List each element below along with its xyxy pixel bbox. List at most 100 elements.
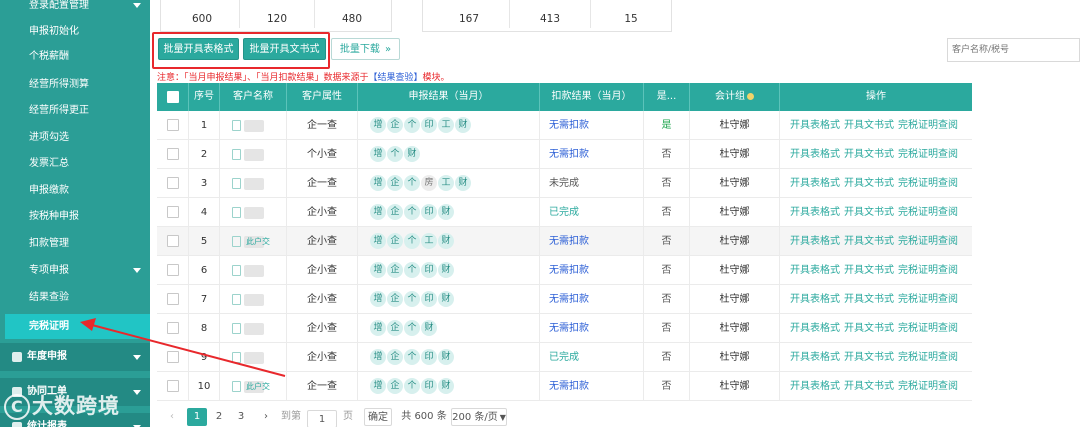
confirm-button[interactable]: 确定 [364,408,392,426]
tax-tag[interactable]: 财 [438,378,454,394]
tax-tag[interactable]: 财 [438,204,454,220]
customer-name-cell[interactable] [220,343,287,372]
tax-tag[interactable]: 印 [421,291,437,307]
tax-tag[interactable]: 增 [370,204,386,220]
issue-doc-format-link[interactable]: 开具文书式 [844,149,894,160]
document-icon[interactable] [232,236,241,247]
row-checkbox[interactable] [167,351,179,363]
customer-name-cell[interactable]: 此户交 [220,227,287,256]
customer-name-cell[interactable] [220,256,287,285]
sidebar-item[interactable]: 按税种申报 [0,204,150,229]
row-checkbox[interactable] [167,206,179,218]
row-checkbox[interactable] [167,235,179,247]
issue-doc-format-link[interactable]: 开具文书式 [844,294,894,305]
sidebar-item[interactable]: 发票汇总 [0,151,150,176]
customer-name-cell[interactable] [220,314,287,343]
issue-doc-format-link[interactable]: 开具文书式 [844,265,894,276]
sidebar-item[interactable]: 结果查验 [0,285,150,310]
table-row[interactable]: 5 此户交 企小查增企个工财 无需扣款否杜守娜 开具表格式 开具文书式 完税证明查阅 [157,227,972,256]
tax-tag[interactable]: 企 [387,233,403,249]
tax-tag[interactable]: 工 [438,117,454,133]
tax-tag[interactable]: 增 [370,349,386,365]
document-icon[interactable] [232,149,241,160]
tax-tag[interactable]: 个 [404,320,420,336]
tax-tag[interactable]: 印 [421,378,437,394]
tax-tag[interactable]: 个 [404,233,420,249]
tax-cert-view-link[interactable]: 完税证明查阅 [898,352,958,363]
issue-table-format-link[interactable]: 开具表格式 [790,323,840,334]
tax-cert-view-link[interactable]: 完税证明查阅 [898,381,958,392]
tax-tag[interactable]: 企 [387,117,403,133]
tax-tag[interactable]: 企 [387,320,403,336]
tax-tag[interactable]: 个 [404,262,420,278]
row-checkbox[interactable] [167,293,179,305]
document-icon[interactable] [232,352,241,363]
tax-tag[interactable]: 企 [387,378,403,394]
document-icon[interactable] [232,294,241,305]
row-checkbox[interactable] [167,264,179,276]
tax-cert-view-link[interactable]: 完税证明查阅 [898,207,958,218]
customer-name-cell[interactable] [220,169,287,198]
tax-tag[interactable]: 个 [387,146,403,162]
customer-name-cell[interactable] [220,198,287,227]
issue-doc-format-link[interactable]: 开具文书式 [844,178,894,189]
table-row[interactable]: 10 此户交 企一查增企个印财 无需扣款否杜守娜 开具表格式 开具文书式 完税证明查阅 [157,372,972,401]
table-row[interactable]: 2 个小查增个财 无需扣款否杜守娜 开具表格式 开具文书式 完税证明查阅 [157,140,972,169]
document-icon[interactable] [232,265,241,276]
issue-table-format-link[interactable]: 开具表格式 [790,120,840,131]
document-icon[interactable] [232,178,241,189]
issue-doc-format-link[interactable]: 开具文书式 [844,381,894,392]
tax-tag[interactable]: 财 [438,349,454,365]
sidebar-item[interactable]: 进项勾选 [0,125,150,150]
tax-tag[interactable]: 印 [421,262,437,278]
tax-tag[interactable]: 增 [370,233,386,249]
tax-tag[interactable]: 增 [370,146,386,162]
row-checkbox[interactable] [167,322,179,334]
issue-doc-format-link[interactable]: 开具文书式 [844,323,894,334]
tax-cert-view-link[interactable]: 完税证明查阅 [898,323,958,334]
row-checkbox[interactable] [167,177,179,189]
tax-tag[interactable]: 房 [421,175,437,191]
sidebar-item[interactable]: 登录配置管理 [0,0,150,18]
next-page-icon[interactable]: › [259,408,273,426]
tax-tag[interactable]: 增 [370,320,386,336]
tax-tag[interactable]: 财 [438,233,454,249]
table-row[interactable]: 9 企小查增企个印财 已完成否杜守娜 开具表格式 开具文书式 完税证明查阅 [157,343,972,372]
issue-doc-format-link[interactable]: 开具文书式 [844,207,894,218]
sidebar-item[interactable]: 申报缴款 [0,178,150,203]
tax-tag[interactable]: 印 [421,204,437,220]
sidebar-item[interactable]: 经营所得更正 [0,98,150,123]
tax-tag[interactable]: 个 [404,117,420,133]
issue-table-format-link[interactable]: 开具表格式 [790,265,840,276]
document-icon[interactable] [232,120,241,131]
issue-table-format-link[interactable]: 开具表格式 [790,294,840,305]
page-number-input[interactable]: 1 [307,410,337,427]
table-row[interactable]: 7 企小查增企个印财 无需扣款否杜守娜 开具表格式 开具文书式 完税证明查阅 [157,285,972,314]
row-checkbox[interactable] [167,148,179,160]
issue-doc-format-link[interactable]: 开具文书式 [844,236,894,247]
issue-table-format-link[interactable]: 开具表格式 [790,236,840,247]
table-row[interactable]: 4 企小查增企个印财 已完成否杜守娜 开具表格式 开具文书式 完税证明查阅 [157,198,972,227]
tax-tag[interactable]: 个 [404,378,420,394]
prev-page-icon[interactable]: ‹ [165,408,179,426]
lightbulb-icon[interactable] [747,92,754,100]
issue-table-format-link[interactable]: 开具表格式 [790,149,840,160]
sidebar-item[interactable]: 个税薪酬 [0,44,150,69]
tax-cert-view-link[interactable]: 完税证明查阅 [898,294,958,305]
tax-tag[interactable]: 财 [404,146,420,162]
tax-tag[interactable]: 财 [438,262,454,278]
sidebar-item[interactable]: 完税证明 [5,314,150,339]
issue-table-format-link[interactable]: 开具表格式 [790,178,840,189]
tax-tag[interactable]: 企 [387,291,403,307]
tax-tag[interactable]: 个 [404,204,420,220]
tax-tag[interactable]: 企 [387,349,403,365]
tax-tag[interactable]: 个 [404,349,420,365]
tax-tag[interactable]: 企 [387,204,403,220]
tax-tag[interactable]: 企 [387,262,403,278]
document-icon[interactable] [232,323,241,334]
tax-tag[interactable]: 工 [421,233,437,249]
tax-tag[interactable]: 个 [404,291,420,307]
tax-cert-view-link[interactable]: 完税证明查阅 [898,265,958,276]
issue-table-format-link[interactable]: 开具表格式 [790,352,840,363]
tax-tag[interactable]: 增 [370,175,386,191]
